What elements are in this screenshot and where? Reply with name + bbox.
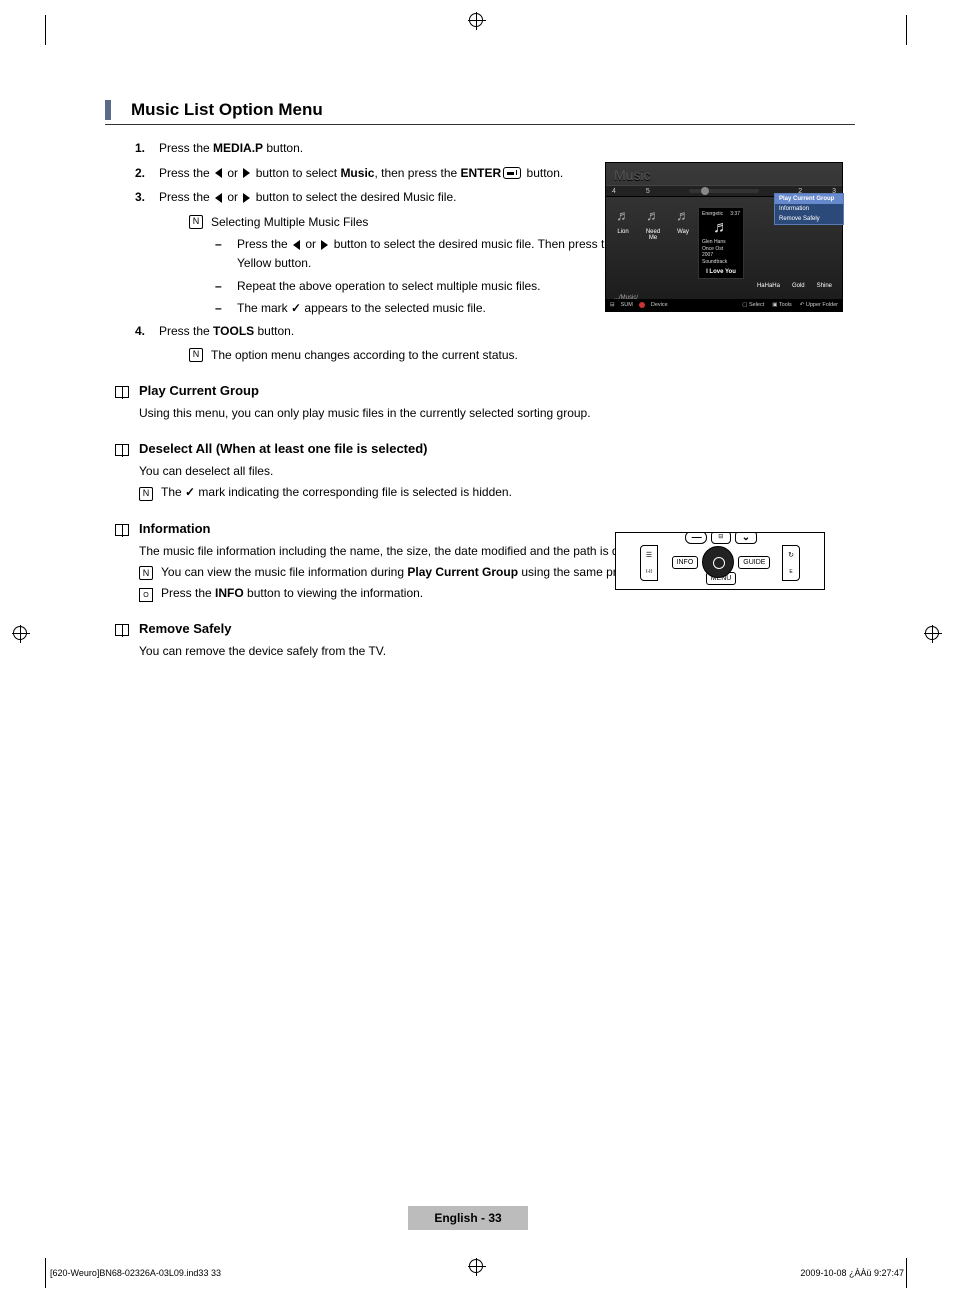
right-arrow-icon xyxy=(243,168,250,178)
music-note-icon: ♬ xyxy=(672,207,694,223)
remote-button: ⊟ xyxy=(711,532,731,544)
print-registration-top xyxy=(468,12,486,30)
note-icon: N xyxy=(139,487,153,501)
print-registration-left xyxy=(12,625,30,643)
section-body: You can remove the device safely from th… xyxy=(139,642,855,661)
enter-icon: ▢ xyxy=(742,302,749,308)
book-icon xyxy=(115,624,129,636)
enter-icon xyxy=(503,167,521,179)
step-1: 1. Press the MEDIA.P button. xyxy=(135,139,855,158)
remote-button: — xyxy=(685,532,707,544)
dash-bullet: – xyxy=(215,299,237,318)
music-note-icon: ♬ xyxy=(642,207,664,223)
music-thumb: ♬Way xyxy=(672,207,694,279)
music-note-icon: ♬ xyxy=(713,219,729,237)
right-arrow-icon xyxy=(243,193,250,203)
dash-bullet: – xyxy=(215,277,237,296)
section-play-current-group: Play Current Group xyxy=(105,383,855,398)
step-4: 4. Press the TOOLS button. xyxy=(135,322,855,341)
section-title-bar: Music List Option Menu xyxy=(105,100,855,125)
step-number: 1. xyxy=(135,139,159,158)
left-arrow-icon xyxy=(293,240,300,250)
tools-icon: ▣ xyxy=(772,302,779,308)
crop-mark xyxy=(906,1258,907,1288)
right-arrow-icon xyxy=(321,240,328,250)
print-registration-right xyxy=(924,625,942,643)
crop-mark xyxy=(45,1258,46,1288)
step-number: 3. xyxy=(135,188,159,207)
step-text: Press the MEDIA.P button. xyxy=(159,139,855,158)
doc-footer-file: [620-Weuro]BN68-02326A-03L09.ind33 33 xyxy=(50,1268,221,1278)
section-remove-safely: Remove Safely xyxy=(105,621,855,636)
section-note: N The ✓ mark indicating the correspondin… xyxy=(139,483,855,502)
step-4-note: N The option menu changes according to t… xyxy=(189,346,855,365)
selected-music-card: Energetic3:37 ♬ Glen Hans Once Ost 2007 … xyxy=(698,207,744,279)
crop-mark xyxy=(45,15,46,45)
section-body: You can deselect all files. xyxy=(139,462,855,481)
note-icon: N xyxy=(139,566,153,580)
page-number-footer: English - 33 xyxy=(408,1206,528,1230)
device-icon: ⊟ xyxy=(610,302,615,308)
menu-item: Play Current Group xyxy=(775,194,843,204)
menu-item: Remove Safely xyxy=(775,214,843,224)
music-thumb: ♬Need Me xyxy=(642,207,664,279)
document-print-footer: [620-Weuro]BN68-02326A-03L09.ind33 33 20… xyxy=(50,1268,904,1278)
book-icon xyxy=(115,386,129,398)
book-icon xyxy=(115,444,129,456)
left-arrow-icon xyxy=(215,168,222,178)
step-number: 2. xyxy=(135,164,159,183)
checkmark-icon: ✓ xyxy=(291,301,301,315)
page-content: Music List Option Menu 1. Press the MEDI… xyxy=(105,100,855,661)
checkmark-icon: ✓ xyxy=(185,485,195,499)
dash-bullet: – xyxy=(215,235,237,272)
remote-illustration: ☰I-II ↻E SOURCE — ⊟ ⌄ INFO GUIDE MENU xyxy=(615,532,825,590)
remote-button: ⌄ xyxy=(735,532,757,544)
page-title: Music List Option Menu xyxy=(131,100,323,120)
book-icon xyxy=(115,524,129,536)
symbol-icon: ☰ xyxy=(646,551,652,559)
menu-item: Information xyxy=(775,204,843,214)
title-accent xyxy=(105,100,111,120)
red-dot-icon xyxy=(639,302,645,308)
tools-popup-menu: Play Current Group Information Remove Sa… xyxy=(774,193,844,225)
screenshot-footer: ⊟SUM Device ▢ Select ▣ Tools ↶ Upper Fol… xyxy=(606,299,842,311)
music-thumb: ♬Lion xyxy=(612,207,634,279)
music-note-icon: ♬ xyxy=(612,207,634,223)
section-body: Using this menu, you can only play music… xyxy=(139,404,855,423)
screenshot-title: Music xyxy=(606,163,842,185)
step-number: 4. xyxy=(135,322,159,341)
step-text: Press the TOOLS button. xyxy=(159,322,855,341)
left-arrow-icon xyxy=(215,193,222,203)
doc-footer-timestamp: 2009-10-08 ¿ÀÀü 9:27:47 xyxy=(800,1268,904,1278)
remote-guide-button: GUIDE xyxy=(738,556,770,569)
slider-icon xyxy=(689,189,759,193)
symbol-icon: ↻ xyxy=(788,551,794,559)
note-icon: N xyxy=(189,215,203,229)
tv-screenshot: Music 4 5 2 3 ♬Lion ♬Need Me ♬Way Energe… xyxy=(605,162,843,312)
remote-info-button: INFO xyxy=(672,556,699,569)
section-deselect-all: Deselect All (When at least one file is … xyxy=(105,441,855,456)
key-icon: O xyxy=(139,588,153,602)
note-icon: N xyxy=(189,348,203,362)
crop-mark xyxy=(906,15,907,45)
